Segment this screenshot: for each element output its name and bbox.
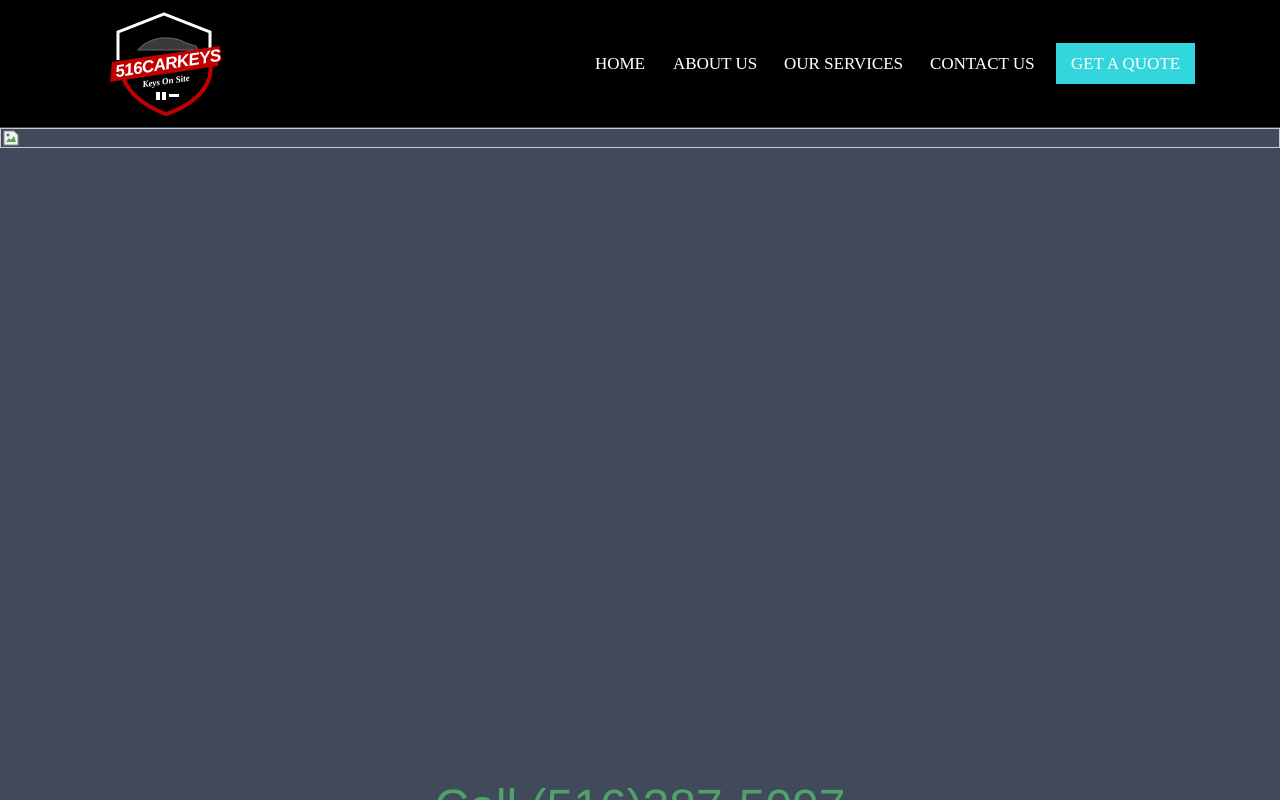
nav-home[interactable]: HOME	[595, 53, 645, 75]
broken-image-icon	[3, 130, 19, 146]
hero-image-placeholder	[0, 128, 1280, 148]
nav-about-us[interactable]: ABOUT US	[673, 53, 757, 75]
call-phone-text[interactable]: Call (516)387-5097	[0, 780, 1280, 800]
nav-contact-us[interactable]: CONTACT US	[930, 53, 1035, 75]
nav-our-services[interactable]: OUR SERVICES	[784, 53, 903, 75]
get-a-quote-button[interactable]: GET A QUOTE	[1056, 43, 1195, 84]
site-logo[interactable]: 516CARKEYS Keys On Site	[106, 10, 226, 118]
site-header: 516CARKEYS Keys On Site HOME ABOUT US OU…	[0, 0, 1280, 127]
